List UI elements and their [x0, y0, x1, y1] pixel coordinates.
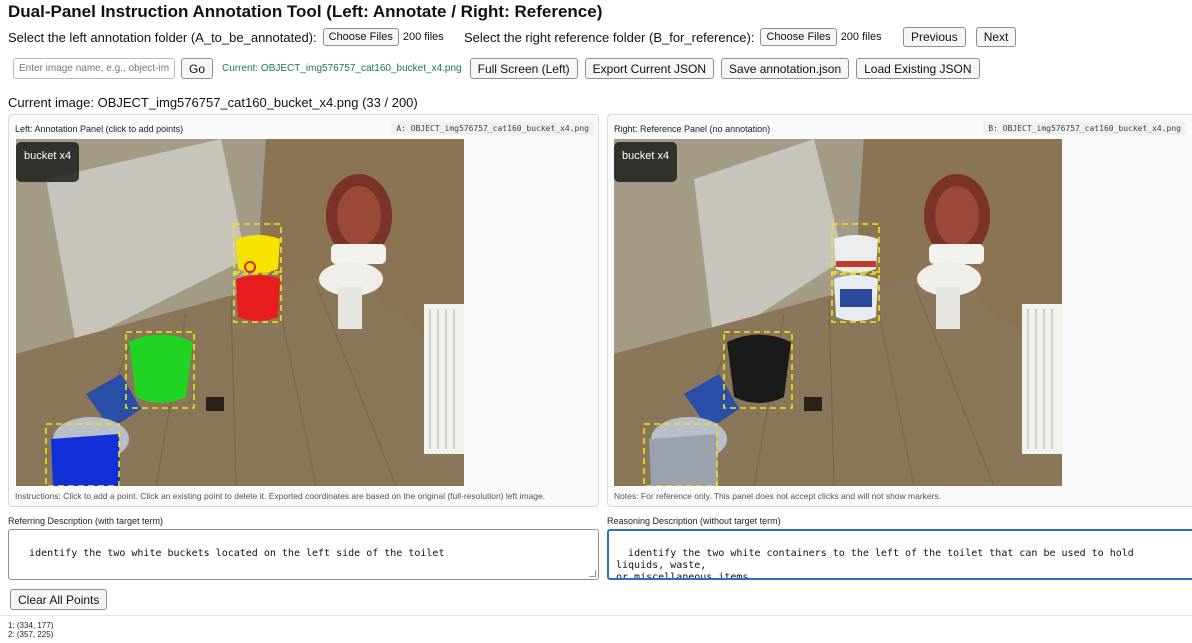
toilet-pedestal: [936, 287, 960, 329]
reasoning-description-textarea[interactable]: identify the two white containers to the…: [607, 529, 1192, 580]
floor-hole: [206, 397, 224, 411]
export-json-button[interactable]: Export Current JSON: [584, 58, 715, 79]
white-bucket-top: [834, 235, 878, 273]
left-panel-filename: A: OBJECT_img576757_cat160_bucket_x4.png: [391, 122, 594, 135]
blue-bucket-mask: [51, 434, 120, 486]
reasoning-description-label: Reasoning Description (without target te…: [607, 516, 781, 526]
page-title: Dual-Panel Instruction Annotation Tool (…: [8, 2, 603, 21]
left-panel-header: Left: Annotation Panel (click to add poi…: [15, 122, 594, 135]
left-scene-canvas[interactable]: bucket x4: [16, 139, 464, 486]
resize-grip-icon[interactable]: [589, 570, 596, 577]
right-folder-label: Select the right reference folder (B_for…: [464, 29, 755, 45]
toilet-cistern: [929, 244, 984, 264]
divider: [0, 615, 1192, 616]
left-annotation-panel: Left: Annotation Panel (click to add poi…: [8, 114, 599, 507]
save-annotation-button[interactable]: Save annotation.json: [721, 58, 850, 79]
left-folder-row: Select the left annotation folder (A_to_…: [8, 28, 444, 46]
clear-all-points-button[interactable]: Clear All Points: [10, 589, 108, 610]
go-button[interactable]: Go: [181, 58, 214, 79]
point-entry: 2: (357, 225): [8, 630, 54, 639]
load-json-button[interactable]: Load Existing JSON: [856, 58, 980, 79]
left-file-count: 200 files: [402, 31, 444, 43]
left-folder-label: Select the left annotation folder (A_to_…: [8, 29, 317, 45]
right-image-tag-text: bucket x4: [622, 150, 669, 162]
right-reference-panel: Right: Reference Panel (no annotation) B…: [607, 114, 1192, 507]
reasoning-description-text: identify the two white containers to the…: [616, 548, 1134, 580]
next-button[interactable]: Next: [975, 27, 1017, 47]
left-image-tag-text: bucket x4: [24, 150, 71, 162]
green-bucket-mask: [129, 334, 193, 403]
toilet-cistern: [331, 244, 386, 264]
black-bucket: [727, 334, 791, 403]
right-panel-title: Right: Reference Panel (no annotation): [614, 123, 771, 134]
clear-row: Clear All Points: [10, 589, 108, 610]
right-folder-row: Select the right reference folder (B_for…: [464, 28, 882, 46]
point-entry: 1: (334, 177): [8, 621, 54, 630]
referring-description-text: identify the two white buckets located o…: [29, 548, 445, 559]
right-panel-filename: B: OBJECT_img576757_cat160_bucket_x4.png: [983, 122, 1186, 135]
fullscreen-left-button[interactable]: Full Screen (Left): [469, 58, 578, 79]
left-panel-title: Left: Annotation Panel (click to add poi…: [15, 123, 184, 134]
image-tag-badge: [614, 142, 677, 182]
nav-buttons: Previous Next: [903, 27, 1017, 47]
toolbar: Go Current: OBJECT_img576757_cat160_buck…: [13, 58, 980, 79]
right-scene-canvas: bucket x4: [614, 139, 1062, 486]
right-panel-notes: Notes: For reference only. This panel do…: [614, 491, 942, 501]
toilet-pedestal: [338, 287, 362, 329]
current-image-status: Current image: OBJECT_img576757_cat160_b…: [8, 95, 418, 110]
left-choose-files-button[interactable]: Choose Files: [322, 28, 399, 46]
yellow-bucket-mask: [236, 235, 280, 273]
left-annotation-image[interactable]: bucket x4: [16, 139, 464, 486]
previous-button[interactable]: Previous: [903, 27, 966, 47]
red-bucket-mask: [236, 275, 280, 321]
right-file-count: 200 files: [840, 31, 882, 43]
image-tag-badge: [16, 142, 79, 182]
left-panel-instructions: Instructions: Click to add a point. Clic…: [15, 491, 546, 501]
current-file-status: Current: OBJECT_img576757_cat160_bucket_…: [222, 63, 462, 74]
image-name-input[interactable]: [13, 58, 175, 79]
referring-description-textarea[interactable]: identify the two white buckets located o…: [8, 529, 599, 580]
floor-hole: [804, 397, 822, 411]
metal-bucket: [649, 434, 718, 486]
right-panel-header: Right: Reference Panel (no annotation) B…: [614, 122, 1186, 135]
referring-description-label: Referring Description (with target term): [8, 516, 164, 526]
right-choose-files-button[interactable]: Choose Files: [760, 28, 837, 46]
points-list: 1: (334, 177) 2: (357, 225): [8, 621, 53, 639]
right-reference-image: bucket x4: [614, 139, 1062, 486]
